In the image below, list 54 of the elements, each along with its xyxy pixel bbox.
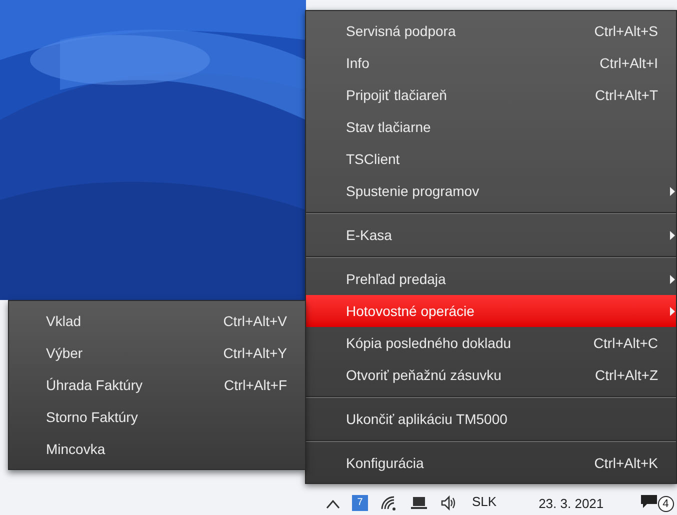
menu-item-label: Kópia posledného dokladu [346, 334, 512, 353]
menu-item[interactable]: Servisná podpora Ctrl+Alt+S [306, 15, 676, 47]
menu-item-label: Hotovostné operácie [346, 302, 476, 321]
shortcut-label: Ctrl+Alt+S [594, 22, 658, 40]
menu-item[interactable]: Mincovka [9, 433, 305, 465]
menu-item-label: Servisná podpora [346, 22, 457, 41]
shortcut-label: Ctrl+Alt+Y [223, 344, 287, 362]
notification-icon[interactable] [640, 493, 658, 509]
menu-item-label: Storno Faktúry [46, 408, 139, 427]
shortcut-label: Ctrl+Alt+K [594, 454, 658, 472]
menu-item-label: Pripojiť tlačiareň [346, 86, 448, 105]
menu-item[interactable]: Stav tlačiarne [306, 111, 676, 143]
app-tray-icon[interactable]: 7 [352, 495, 368, 511]
menu-item[interactable]: Otvoriť peňažnú zásuvku Ctrl+Alt+Z [306, 359, 676, 391]
menu-item[interactable]: Info Ctrl+Alt+I [306, 47, 676, 79]
menu-item[interactable]: Prehľad predaja [306, 263, 676, 295]
menu-item[interactable]: Výber Ctrl+Alt+Y [9, 337, 305, 369]
menu-item[interactable]: Storno Faktúry [9, 401, 305, 433]
menu-item[interactable]: Úhrada Faktúry Ctrl+Alt+F [9, 369, 305, 401]
wifi-icon[interactable] [380, 495, 398, 511]
menu-item-label: Info [346, 54, 370, 72]
menu-item[interactable]: Pripojiť tlačiareň Ctrl+Alt+T [306, 79, 676, 111]
language-indicator[interactable]: SLK [472, 492, 497, 511]
shortcut-label: Ctrl+Alt+T [594, 86, 658, 104]
menu-item[interactable]: Vklad Ctrl+Alt+V [9, 305, 305, 337]
shortcut-label: Ctrl+Alt+F [224, 376, 287, 394]
laptop-icon[interactable] [410, 495, 428, 511]
menu-item[interactable]: Kópia posledného dokladu Ctrl+Alt+C [306, 327, 676, 359]
menu-item-label: Vklad [46, 312, 82, 330]
menu-item[interactable]: E-Kasa [306, 219, 676, 251]
menu-item-label: TSClient [346, 150, 401, 168]
menu-item[interactable]: Hotovostné operácie [306, 295, 676, 327]
menu-item-label: Úhrada Faktúry [46, 376, 144, 395]
menu-item-label: Ukončiť aplikáciu TM5000 [346, 410, 508, 429]
shortcut-label: Ctrl+Alt+V [223, 312, 287, 330]
menu-item-label: E-Kasa [346, 226, 393, 244]
menu-item[interactable]: TSClient [306, 143, 676, 175]
menu-item-label: Otvoriť peňažnú zásuvku [346, 366, 502, 385]
speaker-icon[interactable] [440, 495, 458, 511]
menu-item-label: Mincovka [46, 440, 106, 458]
shortcut-label: Ctrl+Alt+Z [594, 366, 658, 384]
menu-item-label: Konfigurácia [346, 454, 425, 473]
menu-item-label: Prehľad predaja [346, 270, 447, 289]
menu-item-label: Stav tlačiarne [346, 118, 432, 136]
shortcut-label: Ctrl+Alt+C [593, 334, 658, 352]
shortcut-label: Ctrl+Alt+I [600, 54, 658, 72]
caret-up-icon[interactable] [326, 499, 340, 509]
menu-item[interactable]: Konfigurácia Ctrl+Alt+K [306, 447, 676, 479]
notification-count: 4 [658, 496, 674, 512]
menu-item-label: Spustenie programov [346, 182, 480, 201]
menu-item-label: Výber [46, 344, 84, 363]
menu-item[interactable]: Ukončiť aplikáciu TM5000 [306, 403, 676, 435]
date-label[interactable]: 23. 3. 2021 [538, 494, 604, 513]
menu-item[interactable]: Spustenie programov [306, 175, 676, 207]
